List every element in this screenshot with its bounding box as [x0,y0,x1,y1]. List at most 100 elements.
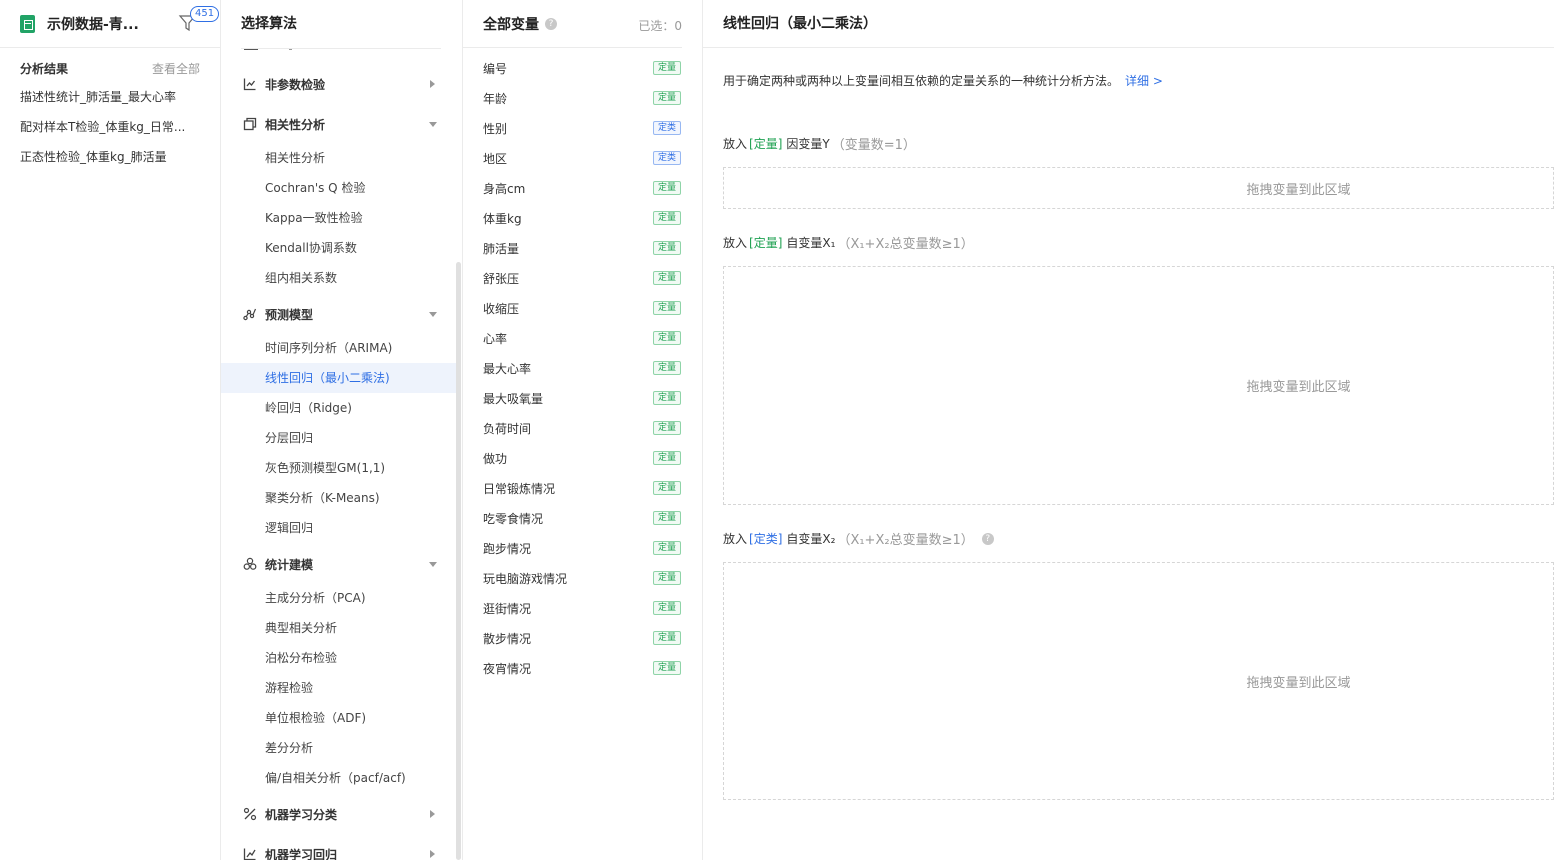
variables-panel: 全部变量 ? 已选：0 编号 定量 年龄 定量 性别 定类 地区 定类 身高cm 定量 体重kg 定量… [462,0,703,860]
chevron-down-icon [429,312,437,317]
algorithm-item[interactable]: 典型相关分析 [221,613,456,643]
variable-type-tag: 定量 [652,91,681,105]
variable-name: 逛街情况 [483,601,532,616]
result-item[interactable]: 配对样本T检验_体重kg_日常... [0,112,220,142]
dropzone-placeholder: 拖拽变量到此区域 [1246,182,1351,198]
algorithm-item[interactable]: 逻辑回归 [221,513,456,543]
variable-name: 散步情况 [483,631,532,646]
variable-row[interactable]: 负荷时间 定量 [463,413,702,443]
help-icon[interactable]: ? [545,17,557,30]
category-nonparametric[interactable]: 非参数检验 [221,64,456,104]
algorithm-item[interactable]: 分层回归 [221,423,456,453]
variable-row[interactable]: 编号 定量 [463,53,702,83]
dependent-y-dropzone[interactable]: 拖拽变量到此区域 [723,167,1554,209]
algorithm-item[interactable]: 组内相关系数 [221,263,456,293]
variable-name: 负荷时间 [483,421,532,436]
category-statistical-modeling[interactable]: 统计建模 [221,544,456,584]
variable-row[interactable]: 肺活量 定量 [463,233,702,263]
algorithm-item[interactable]: 游程检验 [221,673,456,703]
variable-row[interactable]: 体重kg 定量 [463,203,702,233]
analysis-description: 用于确定两种或两种以上变量间相互依赖的定量关系的一种统计分析方法。 详细 > [723,72,1163,89]
variable-row[interactable]: 玩电脑游戏情况 定量 [463,563,702,593]
algorithm-item[interactable]: 岭回归（Ridge) [221,393,456,423]
label-prefix: 放入 [723,532,748,546]
variable-name: 夜宵情况 [483,661,532,676]
label-hint: （X₁+X₂总变量数≥1） [837,533,974,548]
results-title: 分析结果 [20,62,69,76]
variable-type-tag: 定量 [652,361,681,375]
variable-name: 跑步情况 [483,541,532,556]
variable-row[interactable]: 逛街情况 定量 [463,593,702,623]
category-ml-regression[interactable]: 机器学习回归 [221,834,456,860]
variable-row[interactable]: 舒张压 定量 [463,263,702,293]
algorithm-item[interactable]: 单位根检验（ADF) [221,703,456,733]
category-correlation[interactable]: 相关性分析 [221,104,456,144]
variable-row[interactable]: 吃零食情况 定量 [463,503,702,533]
label-name: 自变量X₂ [786,532,836,546]
variable-name: 年龄 [483,91,508,106]
detail-link[interactable]: 详细 > [1125,74,1163,88]
filter-count-badge: 451 [190,6,220,22]
variable-row[interactable]: 性别 定类 [463,113,702,143]
independent-x2-dropzone[interactable]: 拖拽变量到此区域 [723,562,1554,800]
variable-row[interactable]: 跑步情况 定量 [463,533,702,563]
variable-type-tag: 定量 [652,181,681,195]
variable-row[interactable]: 最大吸氧量 定量 [463,383,702,413]
variable-name: 玩电脑游戏情况 [483,571,568,586]
independent-x1-dropzone[interactable]: 拖拽变量到此区域 [723,266,1554,505]
type-keyword: [定类] [749,532,783,546]
help-icon[interactable]: ? [981,532,994,545]
variable-row[interactable]: 地区 定类 [463,143,702,173]
algorithm-item[interactable]: 泊松分布检验 [221,643,456,673]
variable-row[interactable]: 日常锻炼情况 定量 [463,473,702,503]
variable-type-tag: 定量 [652,571,681,585]
variable-type-tag: 定类 [652,121,681,135]
variable-row[interactable]: 夜宵情况 定量 [463,653,702,683]
label-hint: （X₁+X₂总变量数≥1） [837,237,974,252]
algorithm-item[interactable]: 偏/自相关分析（pacf/acf) [221,763,456,793]
algorithm-item[interactable]: 聚类分析（K-Means) [221,483,456,513]
category-label: 机器学习分类 [265,807,338,822]
variable-row[interactable]: 身高cm 定量 [463,173,702,203]
document-title[interactable]: 示例数据-青... [47,14,139,34]
variable-row[interactable]: 最大心率 定量 [463,353,702,383]
variable-row[interactable]: 收缩压 定量 [463,293,702,323]
variable-row[interactable]: 年龄 定量 [463,83,702,113]
three-circles-icon [243,557,257,570]
algorithm-item[interactable]: 差分分析 [221,733,456,763]
variable-row[interactable]: 做功 定量 [463,443,702,473]
category-prediction-model[interactable]: 预测模型 [221,294,456,334]
result-item[interactable]: 描述性统计_肺活量_最大心率 [0,82,220,112]
variable-type-tag: 定量 [652,271,681,285]
category-label: 机器学习回归 [265,847,338,860]
algorithm-item[interactable]: 时间序列分析（ARIMA) [221,333,456,363]
algorithm-item-active[interactable]: 线性回归（最小二乘法) [221,363,456,393]
algorithm-item[interactable]: Kendall协调系数 [221,233,456,263]
result-item[interactable]: 正态性检验_体重kg_肺活量 [0,142,220,172]
variable-name: 最大心率 [483,361,532,376]
clipped-item-fragment [289,49,292,50]
algorithm-item[interactable]: Kappa一致性检验 [221,203,456,233]
view-all-link[interactable]: 查看全部 [152,62,200,76]
type-keyword: [定量] [749,137,783,151]
variable-type-tag: 定量 [652,601,681,615]
variable-row[interactable]: 心率 定量 [463,323,702,353]
algorithm-item[interactable]: 灰色预测模型GM(1,1) [221,453,456,483]
category-label: 相关性分析 [265,117,326,132]
scrollbar-thumb[interactable] [456,262,461,860]
chevron-right-icon [430,850,435,858]
variable-name: 吃零食情况 [483,511,544,526]
algorithm-panel-title: 选择算法 [241,16,297,32]
variable-type-tag: 定量 [652,331,681,345]
variable-row[interactable]: 散步情况 定量 [463,623,702,653]
variables-title: 全部变量 [483,16,539,33]
category-ml-classification[interactable]: 机器学习分类 [221,794,456,834]
algorithm-item[interactable]: 主成分分析（PCA) [221,583,456,613]
algorithm-item[interactable]: Cochran's Q 检验 [221,173,456,203]
algorithm-panel: 选择算法 非参数检验 相关性分析 相关性分析 Cochran's Q 检验 Ka… [221,0,461,860]
algorithm-item[interactable]: 相关性分析 [221,143,456,173]
variable-name: 心率 [483,331,508,346]
independent-x2-label: 放入 [定类] 自变量X₂ （X₁+X₂总变量数≥1） ? [723,529,994,548]
variable-name: 日常锻炼情况 [483,481,556,496]
variable-name: 做功 [483,451,508,466]
